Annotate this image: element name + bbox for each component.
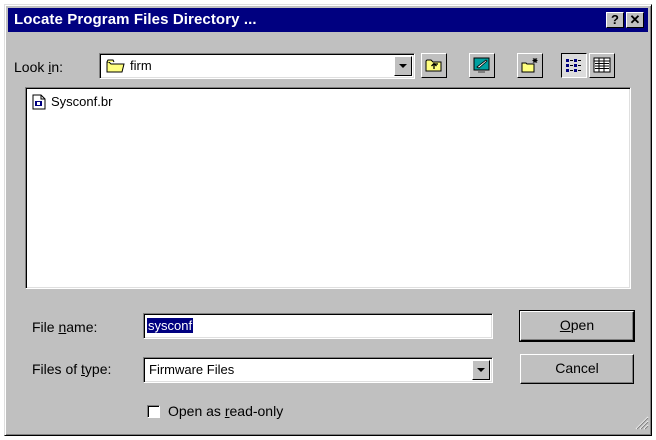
cancel-button[interactable]: Cancel <box>520 354 634 384</box>
resize-grip-icon[interactable] <box>635 416 649 433</box>
file-name: Sysconf.br <box>51 94 113 109</box>
lookin-label: Look in: <box>14 59 63 75</box>
file-list[interactable]: Sysconf.br <box>25 87 631 289</box>
help-button[interactable]: ? <box>606 12 624 28</box>
open-button-label: pen <box>570 317 595 333</box>
lookin-value: firm <box>130 58 152 73</box>
folder-icon <box>106 58 126 77</box>
lookin-dropdown[interactable]: firm <box>99 53 415 79</box>
filename-label: File name: <box>32 319 97 335</box>
readonly-label[interactable]: Open as read-only <box>168 403 283 419</box>
open-button-accel: O <box>559 317 571 333</box>
new-folder-button[interactable] <box>517 53 543 78</box>
filetype-value: Firmware Files <box>149 362 235 377</box>
desktop-button[interactable] <box>469 53 495 78</box>
details-view-button[interactable] <box>589 53 615 78</box>
title-bar[interactable]: Locate Program Files Directory ... ? ✕ <box>8 8 648 32</box>
filetype-label-text-1: Files of <box>32 361 82 377</box>
filetype-dropdown[interactable]: Firmware Files <box>143 357 493 383</box>
new-folder-icon <box>521 57 539 76</box>
filename-label-text-1: File <box>32 319 59 335</box>
open-button[interactable]: Open <box>519 310 635 342</box>
filetype-dropdown-arrow[interactable] <box>472 360 490 380</box>
list-view-icon <box>565 57 583 76</box>
readonly-label-text-2: ead-only <box>229 403 284 419</box>
window-title: Locate Program Files Directory ... <box>14 11 257 28</box>
lookin-label-text-1: Look <box>14 59 49 75</box>
list-view-button[interactable] <box>561 53 587 78</box>
filename-label-text-2: ame: <box>66 319 98 335</box>
details-view-icon <box>593 57 611 76</box>
filename-value: sysconf <box>147 318 194 333</box>
filetype-label: Files of type: <box>32 361 111 377</box>
up-one-level-icon <box>425 57 443 76</box>
lookin-label-text-2: n: <box>51 59 64 75</box>
filetype-label-text-2: ype: <box>84 361 112 377</box>
close-button[interactable]: ✕ <box>626 12 644 28</box>
lookin-dropdown-arrow[interactable] <box>394 56 412 76</box>
readonly-label-text-1: Open as <box>168 403 225 419</box>
readonly-checkbox[interactable] <box>147 405 160 418</box>
desktop-icon <box>473 56 491 77</box>
document-icon <box>32 94 46 113</box>
up-one-level-button[interactable] <box>421 53 447 78</box>
open-file-dialog: Locate Program Files Directory ... ? ✕ L… <box>4 4 652 436</box>
filename-input[interactable]: sysconf <box>143 313 493 339</box>
